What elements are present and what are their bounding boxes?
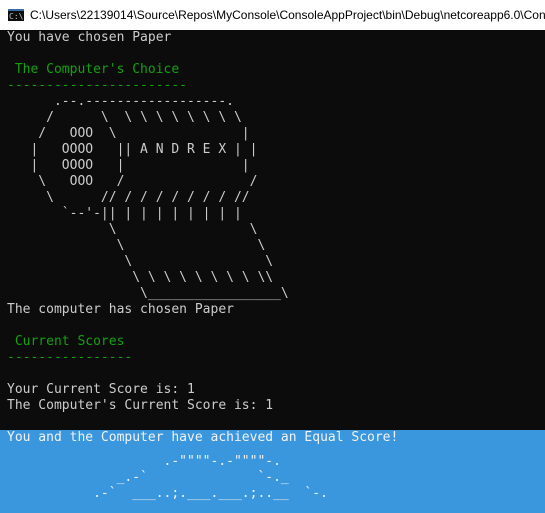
paper-ascii-art: .--.------------------. / \ \ \ \ \ \ \ … [0,94,545,302]
art-line: \ OOO / / [7,174,258,189]
art-line: _.-` `-._ [7,470,289,485]
console-output[interactable]: You have chosen Paper The Computer's Cho… [0,30,545,513]
console-window: C:\ C:\Users\22139014\Source\Repos\MyCon… [0,0,545,513]
art-line: \ \ \ \ \ \ \ \ \\ [7,270,274,285]
console-app-icon: C:\ [8,9,24,21]
art-line: .--.------------------. [7,94,234,109]
art-line: \ \ [7,254,274,269]
art-line: | OOOO | | [7,158,250,173]
art-line: \ // / / / / / / / // [7,190,250,205]
scores-heading: Current Scores [7,334,125,349]
scores-underline: ---------------- [7,350,133,365]
window-title: C:\Users\22139014\Source\Repos\MyConsole… [30,8,545,22]
art-line: \ \ [7,222,258,237]
result-ascii-art: .-""""-.-""""-. _.-` `-._ .-` ___..;.___… [0,454,328,502]
art-line: / OOO \ | [7,126,250,141]
art-line: `--'-|| | | | | | | | | [7,206,242,221]
art-line: | OOOO || A N D R E X | | [7,142,258,157]
art-line: \ \ [7,238,266,253]
your-score-text: Your Current Score is: 1 [7,382,195,397]
computer-score-text: The Computer's Current Score is: 1 [7,398,274,413]
computer-choice-heading: The Computer's Choice [7,62,180,77]
result-message: You and the Computer have achieved an Eq… [0,430,405,446]
art-line: .-` ___..;.___.___.;..__ `-. [7,486,328,501]
computer-result-text: The computer has chosen Paper [7,302,234,317]
art-line: .-""""-.-""""-. [7,454,281,469]
art-line: / \ \ \ \ \ \ \ \ \ [7,110,242,125]
player-choice-text: You have chosen Paper [7,30,172,45]
computer-choice-underline: ----------------------- [7,78,188,93]
title-bar[interactable]: C:\ C:\Users\22139014\Source\Repos\MyCon… [0,0,545,30]
art-line: \_________________\ [7,286,289,301]
